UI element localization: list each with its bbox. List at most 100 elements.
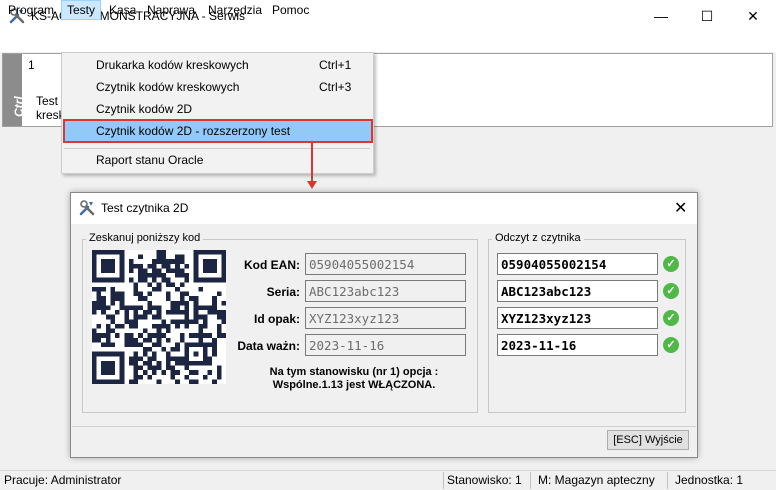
qr-module	[119, 374, 125, 380]
qr-module	[161, 254, 166, 260]
menu-item-2d-reader[interactable]: Czytnik kodów 2D	[96, 102, 192, 116]
qr-module	[124, 337, 129, 343]
ean-field: 05904055002154	[305, 253, 466, 275]
reading-seria-input[interactable]: ABC123abc123	[497, 280, 658, 302]
menu-item-barcode-printer[interactable]: Drukarka kodów kreskowych	[96, 58, 249, 72]
qr-module	[170, 374, 176, 380]
menu-program[interactable]: Program	[3, 0, 59, 20]
qr-module	[152, 356, 157, 361]
qr-module	[184, 351, 190, 357]
qr-module	[133, 374, 139, 380]
menu-naprawa[interactable]: Naprawa	[142, 0, 200, 20]
reading-ean-input[interactable]: 05904055002154	[497, 253, 658, 275]
qr-module	[128, 333, 134, 338]
maximize-button[interactable]: ☐	[684, 0, 730, 32]
qr-module	[198, 250, 203, 255]
qr-module	[221, 273, 226, 278]
qr-module	[147, 291, 153, 297]
exit-button[interactable]: [ESC] Wyjście	[607, 430, 689, 450]
qr-module	[175, 310, 180, 315]
qr-module	[147, 337, 153, 343]
qr-module	[184, 356, 190, 361]
status-separator	[530, 472, 531, 489]
check-icon: ✓	[663, 310, 679, 326]
qr-module	[165, 296, 171, 301]
qr-module	[170, 365, 176, 371]
menu-item-2d-reader-extended[interactable]: Czytnik kodów 2D - rozszerzony test	[96, 124, 290, 138]
reading-id-opak-input[interactable]: XYZ123xyz123	[497, 307, 658, 329]
qr-module	[147, 374, 153, 380]
qr-module	[152, 333, 157, 338]
qr-module	[110, 365, 116, 371]
qr-module	[101, 370, 106, 375]
qr-module	[184, 305, 190, 311]
close-button[interactable]: ✕	[730, 0, 776, 32]
qr-module	[152, 273, 157, 278]
menu-item-barcode-reader[interactable]: Czytnik kodów kreskowych	[96, 80, 239, 94]
qr-module	[193, 300, 199, 306]
qr-module	[202, 263, 208, 269]
qr-module	[101, 268, 106, 274]
qr-module	[189, 370, 194, 375]
menu-item-oracle-report[interactable]: Raport stanu Oracle	[96, 153, 203, 167]
qr-module	[128, 319, 134, 324]
dialog-close-button[interactable]: ✕	[674, 198, 687, 218]
qr-module	[165, 259, 171, 264]
qr-module	[128, 379, 134, 384]
qr-module	[156, 273, 162, 278]
qr-module	[161, 250, 166, 255]
qr-module	[128, 337, 134, 343]
qr-module	[165, 310, 171, 315]
shortcut-ctrl-1: Ctrl+1	[319, 58, 352, 72]
qr-module	[119, 370, 125, 375]
menu-narzedzia[interactable]: Narzędzia	[203, 0, 267, 20]
qr-module	[179, 319, 185, 324]
qr-module	[128, 268, 134, 274]
qr-module	[179, 291, 185, 297]
qr-module	[165, 277, 171, 283]
menu-kasa[interactable]: Kasa	[104, 0, 141, 20]
reading-data-wazn-input[interactable]: 2023-11-16	[497, 334, 658, 356]
qr-module	[147, 347, 153, 352]
qr-module	[152, 342, 157, 348]
qr-module	[147, 273, 153, 278]
qr-module	[133, 351, 139, 357]
status-unit: Jednostka: 1	[675, 473, 744, 487]
qr-module	[138, 342, 143, 348]
minimize-button[interactable]: —	[638, 0, 684, 32]
qr-module	[161, 319, 166, 324]
menu-pomoc[interactable]: Pomoc	[267, 0, 314, 20]
qr-module	[119, 291, 125, 297]
check-icon: ✓	[663, 283, 679, 299]
qr-module	[101, 300, 106, 306]
qr-module	[193, 263, 199, 269]
qr-module	[115, 333, 120, 338]
qr-module	[152, 314, 157, 320]
qr-module	[133, 323, 139, 329]
qr-module	[156, 268, 162, 274]
qr-module	[124, 305, 129, 311]
qr-module	[138, 268, 143, 274]
qr-module	[198, 323, 203, 329]
qr-module	[216, 374, 222, 380]
data-wazn-field: 2023-11-16	[305, 334, 466, 356]
qr-module	[115, 310, 120, 315]
qr-module	[202, 314, 208, 320]
menu-bar	[0, 32, 776, 52]
qr-module	[156, 254, 162, 260]
qr-module	[110, 328, 116, 334]
qr-module	[179, 333, 185, 338]
qr-module	[193, 360, 199, 366]
qr-module	[92, 333, 97, 338]
panel-text-line1: Test	[36, 94, 59, 108]
qr-module	[142, 277, 148, 283]
qr-module	[198, 342, 203, 348]
qr-module	[152, 351, 157, 357]
qr-module	[193, 379, 199, 384]
menu-testy[interactable]: Testy	[61, 0, 102, 20]
qr-module	[161, 347, 166, 352]
qr-module	[133, 370, 139, 375]
qr-module	[110, 277, 116, 283]
qr-module	[198, 337, 203, 343]
qr-module	[96, 333, 102, 338]
